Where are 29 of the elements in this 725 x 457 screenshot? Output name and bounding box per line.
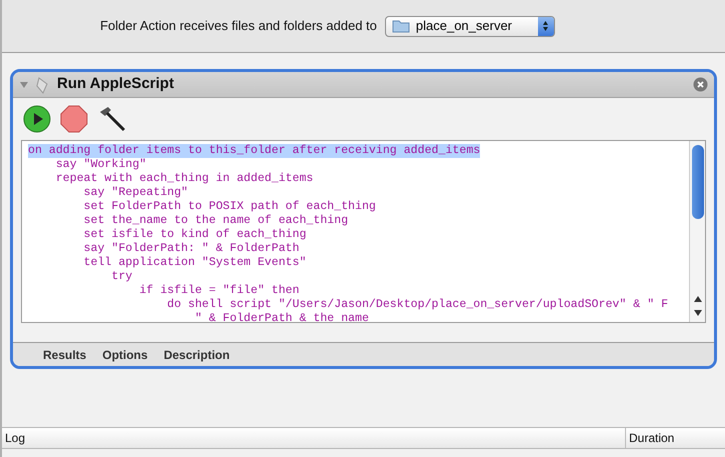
code-line: say "Working" (54, 158, 146, 172)
code-line: set isfile to kind of each_thing (82, 228, 306, 242)
popup-arrows-icon (538, 16, 554, 36)
code-line: if isfile = "file" then (138, 284, 300, 298)
code-line: " & FolderPath & the name (194, 312, 369, 322)
run-icon[interactable] (23, 105, 51, 133)
action-title: Run AppleScript (57, 74, 174, 94)
scroll-down-icon[interactable] (692, 308, 702, 318)
code-line: repeat with each_thing in added_items (54, 172, 314, 186)
folder-action-label: Folder Action receives files and folders added to (100, 17, 377, 36)
code-line: do shell script "/Users/Jason/Desktop/place_on_server/uploadSOrev" & " F (166, 298, 668, 312)
code-line: tell application "System Events" (82, 256, 306, 270)
action-tab[interactable]: Options (102, 346, 148, 364)
scroll-up-icon[interactable] (692, 294, 702, 304)
stop-icon[interactable] (60, 105, 88, 133)
code-line: set FolderPath to POSIX path of each_thing (82, 200, 376, 214)
scrollbar[interactable] (689, 141, 705, 322)
code-line: set the_name to the name of each_thing (82, 214, 348, 228)
column-header[interactable]: Log (2, 428, 626, 448)
action-tab[interactable]: Description (164, 346, 230, 364)
code-line: say "FolderPath: " & FolderPath (82, 242, 300, 256)
close-icon[interactable] (693, 77, 708, 92)
code-line: try (110, 270, 132, 284)
script-editor[interactable] (21, 140, 706, 323)
folder-popup[interactable]: place_on_server (384, 16, 555, 36)
column-header[interactable]: Duration (626, 428, 725, 448)
code-line: say "Repeating" (82, 186, 188, 200)
folder-icon (392, 19, 410, 33)
action-tab[interactable]: Results (43, 346, 86, 364)
